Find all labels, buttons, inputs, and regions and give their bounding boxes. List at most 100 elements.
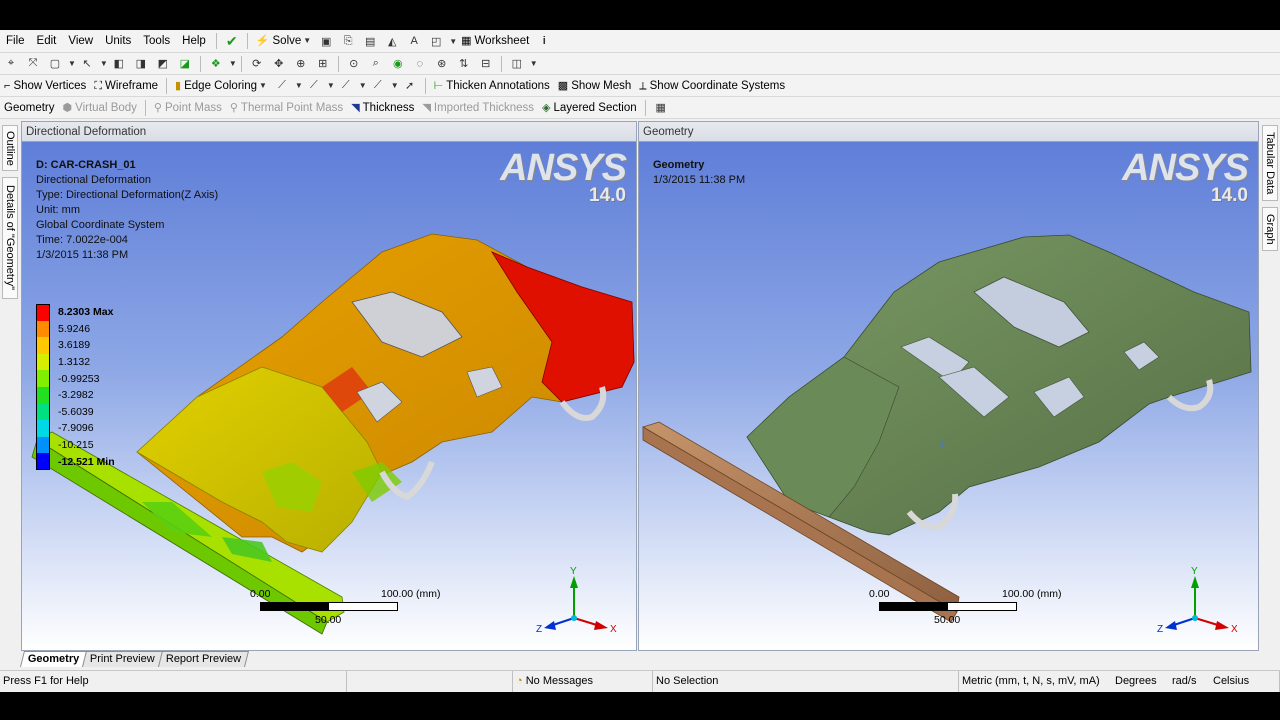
imported-thickness-button[interactable]: ◥ Imported Thickness	[418, 98, 538, 118]
graphics-view[interactable]: ANSYS 14.0 D: CAR-CRASH_01 Directional D…	[22, 142, 636, 650]
outline-tab[interactable]: Outline	[2, 125, 18, 171]
zoom-icon[interactable]: ⊕	[293, 56, 309, 72]
menu-units[interactable]: Units	[99, 30, 137, 53]
separator	[215, 33, 217, 49]
thicken-annotations-button[interactable]: ⊢ Thicken Annotations	[430, 76, 554, 96]
chevron-down-icon[interactable]: ▼	[100, 59, 108, 68]
legend-max: 8.2303 Max	[58, 306, 114, 319]
menu-view[interactable]: View	[62, 30, 99, 53]
separator	[166, 77, 168, 94]
imported-thickness-icon: ◥	[422, 101, 431, 114]
edge-style-4-icon[interactable]: ⟋	[370, 78, 386, 94]
show-coordinate-systems-button[interactable]: ⟂ Show Coordinate Systems	[635, 76, 789, 96]
tab-print-preview[interactable]: Print Preview	[82, 651, 164, 667]
vertex-select-icon[interactable]: ◧	[111, 56, 127, 72]
box-zoom-icon[interactable]: ⊞	[315, 56, 331, 72]
edge-style-1-icon[interactable]: ⟋	[274, 78, 290, 94]
chevron-down-icon[interactable]: ▼	[530, 59, 538, 68]
viewport-left[interactable]: Directional Deformation ANSYS 14.0 D: CA…	[21, 121, 637, 651]
chevron-down-icon[interactable]: ▼	[229, 59, 237, 68]
chevron-down-icon[interactable]: ▼	[449, 37, 457, 46]
face-select-icon[interactable]: ◩	[155, 56, 171, 72]
table-icon[interactable]: ▦	[653, 100, 669, 116]
image-icon[interactable]: ▤	[362, 33, 378, 49]
virtual-body-button[interactable]: ⬢ Virtual Body	[59, 98, 141, 118]
comment-icon[interactable]: ◭	[384, 33, 400, 49]
text-annotation-icon[interactable]: A	[406, 33, 422, 49]
pointer-icon[interactable]: ↖	[79, 56, 95, 72]
scale-bar-graphic	[260, 602, 398, 611]
color-legend[interactable]: 8.2303 Max 5.9246 3.6189 1.3132 -0.99253…	[36, 304, 115, 470]
graphics-view[interactable]: ANSYS 14.0 Geometry 1/3/2015 11:38 PM + …	[639, 142, 1258, 650]
chevron-down-icon[interactable]: ▼	[68, 59, 76, 68]
tab-geometry[interactable]: Geometry	[20, 651, 88, 667]
edge-style-3-icon[interactable]: ⟋	[338, 78, 354, 94]
wireframe-button[interactable]: ⛶ Wireframe	[90, 76, 162, 96]
context-help-icon[interactable]: i	[536, 33, 552, 49]
show-mesh-button[interactable]: ▩ Show Mesh	[554, 76, 636, 96]
status-messages[interactable]: ◔ No Messages	[513, 671, 653, 692]
status-units[interactable]: Metric (mm, t, N, s, mV, mA) Degrees rad…	[959, 671, 1280, 692]
menu-help[interactable]: Help	[176, 30, 212, 53]
chevron-down-icon[interactable]: ▼	[359, 81, 367, 90]
legend-value: 1.3132	[58, 356, 91, 369]
box-select-icon[interactable]: ▢	[47, 56, 63, 72]
scale-right-label: 100.00 (mm)	[381, 588, 441, 600]
separator	[246, 33, 248, 49]
extend-selection-icon[interactable]: ❖	[208, 56, 224, 72]
tabular-data-tab[interactable]: Tabular Data	[1262, 125, 1278, 201]
chevron-down-icon[interactable]: ▼	[391, 81, 399, 90]
previous-view-icon[interactable]: ◌	[412, 56, 428, 72]
legend-value: -3.2982	[58, 389, 94, 402]
check-icon[interactable]: ✔	[224, 33, 240, 49]
vertex-icon: ⌐	[4, 79, 11, 92]
menu-tools[interactable]: Tools	[137, 30, 176, 53]
select-mode-icon[interactable]: ⤧	[25, 56, 41, 72]
geometry-context-label: Geometry	[4, 101, 55, 114]
unit-temperature: Celsius	[1213, 675, 1250, 687]
menu-file[interactable]: File	[0, 30, 31, 53]
thermal-point-mass-icon: ⚲	[229, 101, 238, 114]
edge-select-icon[interactable]: ◨	[133, 56, 149, 72]
chevron-down-icon[interactable]: ▼	[327, 81, 335, 90]
menu-edit[interactable]: Edit	[31, 30, 63, 53]
isometric-view-icon[interactable]: ⇅	[456, 56, 472, 72]
thermal-point-mass-button[interactable]: ⚲ Thermal Point Mass	[226, 98, 347, 118]
lightning-icon: ⚡	[255, 35, 270, 47]
worksheet-button[interactable]: ▦ Worksheet	[457, 31, 533, 51]
insert-icon[interactable]: ▣	[318, 33, 334, 49]
separator	[199, 55, 201, 72]
zoom-window-icon[interactable]: ◉	[390, 56, 406, 72]
thicken-icon: ⊢	[433, 79, 444, 92]
viewport-right[interactable]: Geometry ANSYS 14.0 Geometry 1/3/2015 11…	[638, 121, 1259, 651]
body-select-icon[interactable]: ◪	[177, 56, 193, 72]
zoom-to-fit-icon[interactable]: ⊙	[346, 56, 362, 72]
clipboard-icon[interactable]: ⎘	[340, 33, 356, 49]
snapshot-icon[interactable]: ◰	[428, 33, 444, 49]
solve-button[interactable]: ⚡ Solve ▼	[252, 31, 315, 51]
graph-tab[interactable]: Graph	[1262, 207, 1278, 251]
edge-direction-icon[interactable]: ➚	[402, 78, 418, 94]
triad-axes[interactable]: Y X Z	[1157, 566, 1247, 646]
scale-left-label: 0.00	[250, 588, 271, 600]
menu-bar: File Edit View Units Tools Help ✔ ⚡ Solve…	[0, 30, 1280, 53]
point-mass-button[interactable]: ⚲ Point Mass	[150, 98, 226, 118]
axis-x-label: X	[1231, 624, 1238, 635]
rotate-icon[interactable]: ⟳	[249, 56, 265, 72]
show-vertices-button[interactable]: ⌐ Show Vertices	[0, 76, 90, 96]
separator	[144, 99, 146, 116]
set-view-icon[interactable]: ⊟	[478, 56, 494, 72]
viewports-icon[interactable]: ◫	[509, 56, 525, 72]
chevron-down-icon[interactable]: ▼	[295, 81, 303, 90]
edge-coloring-button[interactable]: ▮ Edge Coloring ▼	[171, 76, 271, 96]
next-view-icon[interactable]: ⊛	[434, 56, 450, 72]
tab-report-preview[interactable]: Report Preview	[158, 651, 250, 667]
thickness-button[interactable]: ◥ Thickness	[347, 98, 418, 118]
pan-icon[interactable]: ✥	[271, 56, 287, 72]
layered-section-button[interactable]: ◈ Layered Section	[538, 98, 641, 118]
magnifier-icon[interactable]: ⌕	[368, 56, 384, 72]
select-icon[interactable]: ⌖	[3, 56, 19, 72]
triad-axes[interactable]: Y X Z	[536, 566, 626, 646]
details-tab[interactable]: Details of "Geometry"	[2, 177, 18, 299]
edge-style-2-icon[interactable]: ⟋	[306, 78, 322, 94]
